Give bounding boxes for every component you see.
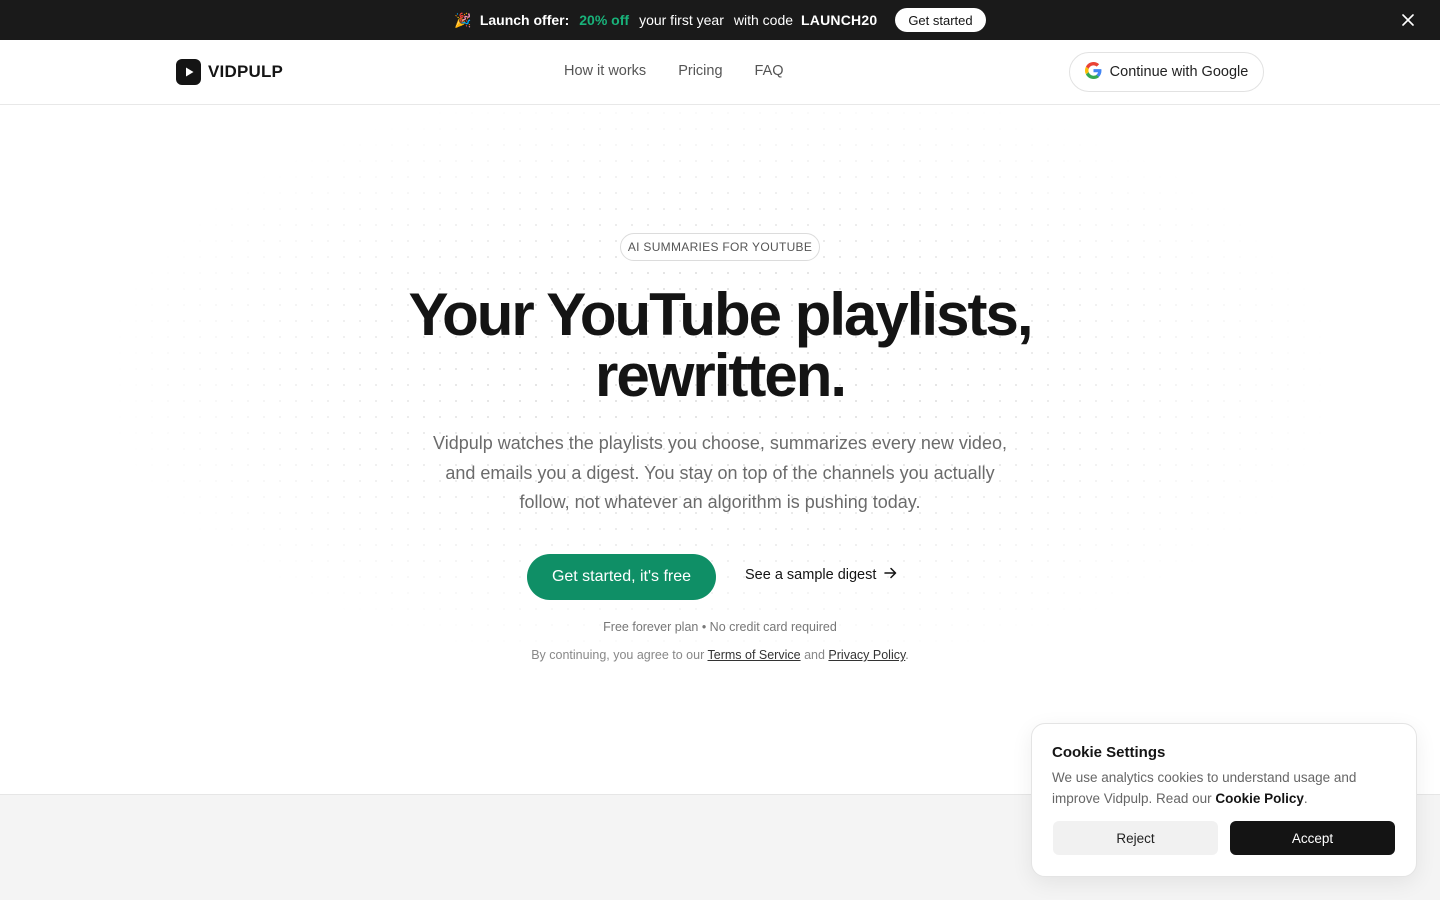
sample-digest-label: See a sample digest: [745, 567, 877, 583]
nav-link-pricing[interactable]: Pricing: [678, 63, 722, 79]
promo-get-started-button[interactable]: Get started: [895, 8, 986, 32]
google-button-label: Continue with Google: [1109, 64, 1249, 80]
consent-prefix: By continuing, you agree to our: [531, 648, 705, 662]
cookie-text: We use analytics cookies to understand u…: [1052, 767, 1392, 809]
cookie-description: We use analytics cookies to understand u…: [1052, 770, 1357, 806]
accept-cookies-button[interactable]: Accept: [1230, 821, 1395, 855]
cookie-actions: Reject Accept: [1053, 821, 1395, 855]
headline-line-1: Your YouTube playlists,: [408, 281, 1034, 348]
cookie-policy-link[interactable]: Cookie Policy: [1215, 791, 1304, 806]
close-icon[interactable]: [1398, 10, 1418, 30]
play-icon: [176, 59, 201, 85]
continue-with-google-button[interactable]: Continue with Google: [1069, 52, 1264, 92]
plan-note: Free forever plan • No credit card requi…: [603, 620, 837, 634]
site-header: VIDPULP How it works Pricing FAQ Continu…: [0, 40, 1440, 105]
headline-line-2: rewritten.: [594, 342, 847, 409]
hero-badge: AI SUMMARIES FOR YOUTUBE: [620, 233, 820, 261]
promo-text: your first year: [639, 12, 724, 28]
brand-name: VIDPULP: [208, 62, 284, 81]
terms-of-service-link[interactable]: Terms of Service: [708, 648, 801, 662]
cookie-title: Cookie Settings: [1052, 744, 1166, 761]
privacy-policy-link[interactable]: Privacy Policy: [828, 648, 905, 662]
sample-digest-link[interactable]: See a sample digest: [745, 567, 897, 583]
main-nav: How it works Pricing FAQ: [564, 63, 784, 79]
reject-cookies-button[interactable]: Reject: [1053, 821, 1218, 855]
consent-and: and: [804, 648, 825, 662]
google-icon: [1084, 61, 1102, 83]
promo-code-prefix: with code: [733, 12, 794, 28]
nav-link-how-it-works[interactable]: How it works: [564, 63, 646, 79]
brand-logo[interactable]: VIDPULP: [176, 59, 283, 85]
arrow-right-icon: [884, 567, 897, 583]
promo-title: Launch offer:: [479, 12, 570, 28]
consent-note: By continuing, you agree to our Terms of…: [420, 648, 1020, 662]
promo-bar: 🎉 Launch offer: 20% off your first year …: [0, 0, 1440, 40]
promo-content: 🎉 Launch offer: 20% off your first year …: [454, 8, 986, 32]
hero-subtext: Vidpulp watches the playlists you choose…: [433, 433, 1007, 512]
party-icon: 🎉: [454, 11, 472, 28]
nav-link-faq[interactable]: FAQ: [755, 63, 784, 79]
hero-headline: Your YouTube playlists, rewritten.: [320, 284, 1120, 406]
consent-suffix: .: [905, 648, 909, 662]
cookie-text-suffix: .: [1303, 791, 1308, 806]
get-started-free-button[interactable]: Get started, it's free: [527, 554, 716, 600]
promo-discount: 20% off: [579, 12, 630, 28]
promo-code: LAUNCH20: [801, 12, 878, 28]
cookie-settings-panel: Cookie Settings We use analytics cookies…: [1031, 723, 1417, 877]
